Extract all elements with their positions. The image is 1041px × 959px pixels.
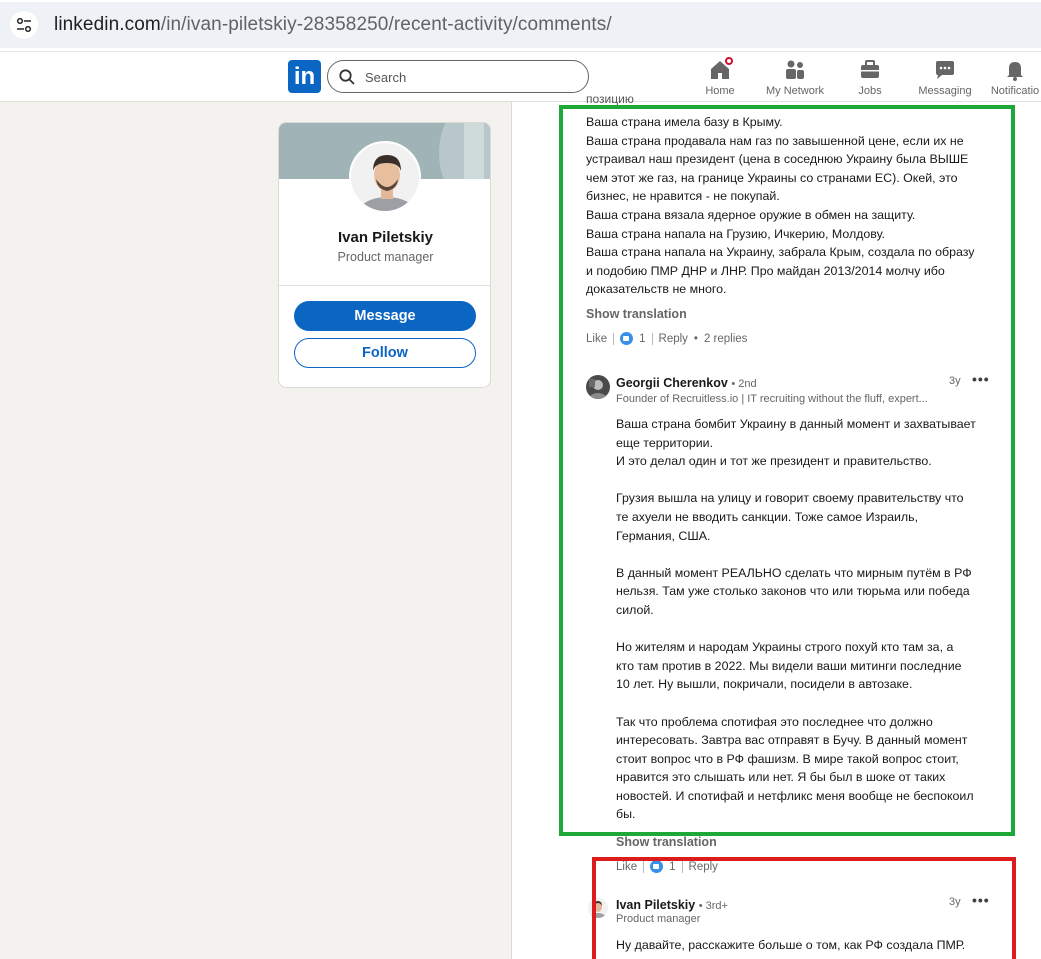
comment-body-first: Ваша страна имела базу в Крыму. Ваша стр…	[586, 115, 975, 297]
comment-author[interactable]: Ivan Piletskiy • 3rd+	[616, 898, 728, 912]
search-placeholder: Search	[365, 70, 407, 85]
comment-timestamp: 3y	[949, 375, 961, 387]
top-navigation: in Search Home My Network Jobs Messaging…	[0, 52, 1041, 102]
like-button[interactable]: Like	[586, 333, 607, 345]
notification-badge	[723, 55, 735, 67]
search-icon	[339, 69, 355, 85]
profile-card: Ivan Piletskiy Product manager Message F…	[278, 122, 491, 388]
more-options-icon[interactable]: •••	[972, 892, 990, 908]
profile-headline: Product manager	[337, 250, 434, 264]
jobs-icon	[858, 58, 882, 82]
network-icon	[783, 58, 807, 82]
url-text: linkedin.com/in/ivan-piletskiy-28358250/…	[54, 14, 612, 35]
show-translation-link[interactable]: Show translation	[586, 307, 687, 321]
comment-author-headline: Product manager	[616, 913, 701, 925]
nav-notifications[interactable]: Notificatio	[980, 56, 1041, 100]
like-reaction-icon	[650, 860, 664, 873]
reply-button[interactable]: Reply	[659, 333, 688, 345]
home-icon	[708, 55, 735, 82]
reply-button[interactable]: Reply	[689, 861, 718, 873]
comment-timestamp: 3y	[949, 896, 961, 908]
like-count[interactable]: 1	[639, 333, 645, 345]
replies-link[interactable]: 2 replies	[704, 333, 747, 345]
divider	[279, 285, 490, 286]
linkedin-logo-icon[interactable]: in	[288, 60, 321, 93]
follow-button[interactable]: Follow	[294, 338, 476, 368]
nav-my-network[interactable]: My Network	[755, 56, 835, 100]
profile-avatar[interactable]	[349, 141, 421, 213]
like-button[interactable]: Like	[616, 861, 637, 873]
commenter-avatar[interactable]	[586, 375, 610, 399]
comment-body-second: Ваша страна бомбит Украину в данный моме…	[616, 417, 976, 822]
nav-messaging[interactable]: Messaging	[905, 56, 985, 100]
more-options-icon[interactable]: •••	[972, 371, 990, 387]
profile-name[interactable]: Ivan Piletskiy	[279, 229, 490, 246]
nav-home[interactable]: Home	[680, 55, 760, 100]
message-button[interactable]: Message	[294, 301, 476, 331]
like-count[interactable]: 1	[669, 861, 675, 873]
comment-actions-second: Like 1 Reply	[616, 860, 718, 873]
browser-address-bar: linkedin.com/in/ivan-piletskiy-28358250/…	[0, 0, 1041, 52]
messaging-icon	[933, 58, 957, 82]
comment-actions-first: Like 1 Reply • 2 replies	[586, 332, 748, 345]
show-translation-link[interactable]: Show translation	[616, 835, 717, 849]
bell-icon	[1003, 58, 1027, 82]
comment-cut-text: позицию	[586, 95, 634, 105]
commenter-avatar[interactable]	[588, 898, 608, 918]
comment-author[interactable]: Georgii Cherenkov • 2nd	[616, 376, 757, 390]
comment-author-headline: Founder of Recruitless.io | IT recruitin…	[616, 393, 928, 405]
url-field[interactable]: linkedin.com/in/ivan-piletskiy-28358250/…	[0, 2, 1041, 48]
site-settings-icon[interactable]	[10, 11, 38, 39]
comment-body-third: Ну давайте, расскажите больше о том, как…	[616, 938, 966, 952]
search-input[interactable]: Search	[327, 60, 589, 93]
nav-jobs[interactable]: Jobs	[830, 56, 910, 100]
like-reaction-icon	[620, 332, 634, 345]
